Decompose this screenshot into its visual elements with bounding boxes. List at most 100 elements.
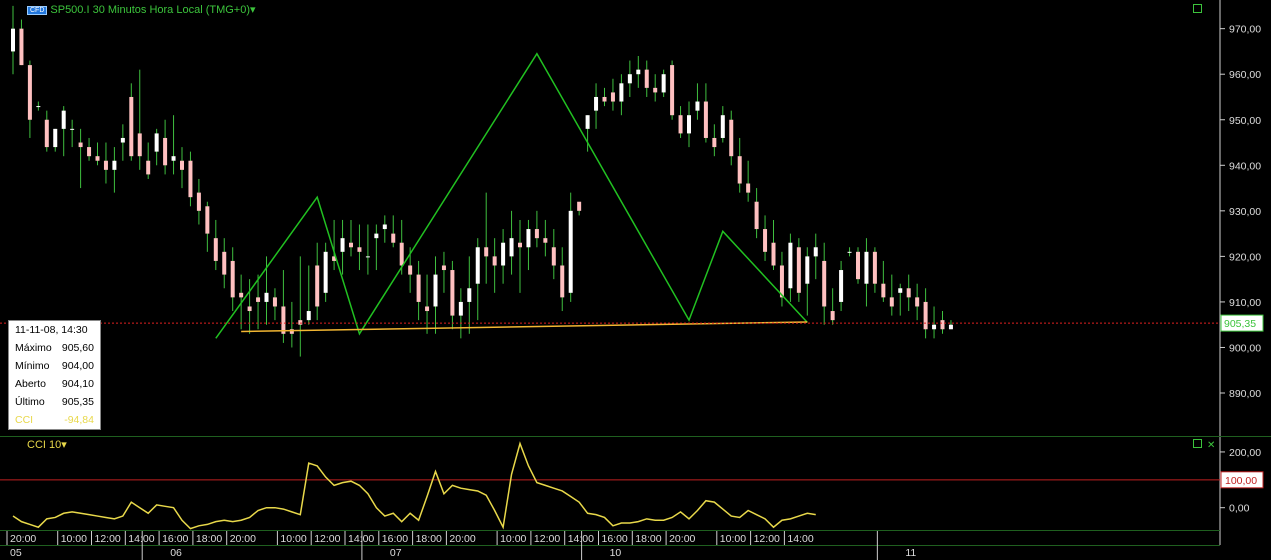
price-tick-label: 900,00 <box>1229 342 1261 354</box>
candle-body <box>306 311 311 321</box>
price-tick-label: 970,00 <box>1229 24 1261 36</box>
candle-body <box>729 119 734 157</box>
candle-body <box>687 115 691 134</box>
zigzag-line <box>215 52 808 339</box>
candle-body <box>915 297 920 307</box>
candle-body <box>864 251 869 284</box>
candle-body <box>154 133 159 152</box>
candle-body <box>475 247 480 284</box>
time-label: 14:00 <box>787 533 813 545</box>
candle-body <box>932 324 937 330</box>
candle-body <box>906 288 911 298</box>
candle-body <box>103 160 108 170</box>
chevron-down-icon[interactable]: ▾ <box>61 439 67 451</box>
maximize-icon <box>1193 439 1202 448</box>
candle-body <box>441 265 446 271</box>
candle-body <box>19 28 24 66</box>
candle-body <box>70 128 75 130</box>
chart-header[interactable]: CFD SP500.I 30 Minutos Hora Local (TMG+0)… <box>27 3 256 16</box>
candle-body <box>847 251 852 253</box>
cci-level-label: 100,00 <box>1225 475 1257 487</box>
time-label: 18:00 <box>635 533 661 545</box>
price-tick-label: 940,00 <box>1229 160 1261 172</box>
candle-body <box>399 242 404 266</box>
candle-body <box>44 119 49 148</box>
candle-body <box>340 238 345 252</box>
candle-body <box>703 101 708 138</box>
candle-body <box>501 242 506 266</box>
time-label: 16:00 <box>382 533 408 545</box>
candle-body <box>518 242 522 248</box>
candle-body <box>247 306 252 312</box>
price-tick-label: 910,00 <box>1229 297 1261 309</box>
time-label: 10:00 <box>61 533 87 545</box>
time-label: 20:00 <box>669 533 695 545</box>
candle-body <box>467 288 472 302</box>
candle-body <box>408 265 413 275</box>
candle-body <box>188 160 193 198</box>
candle-body <box>577 201 582 211</box>
candle-body <box>230 260 235 298</box>
candle-body <box>763 229 768 252</box>
candle-body <box>264 292 269 302</box>
info-row-max: Máximo 905,60 <box>15 342 94 354</box>
candle-body <box>425 306 430 312</box>
chart-canvas[interactable]: ✕ 890,00 900,00 910,00 920,00 930,00 940,00 950… <box>0 0 1271 560</box>
cci-indicator-label[interactable]: CCI 10▾ <box>27 438 67 451</box>
candle-body <box>610 92 615 102</box>
candle-body <box>830 311 835 321</box>
candle-body <box>670 65 675 116</box>
candle-body <box>391 233 396 243</box>
candle-body <box>365 256 370 258</box>
candle-body <box>484 247 489 257</box>
candle-body <box>771 242 776 266</box>
time-label: 14:00 <box>568 533 594 545</box>
candle-body <box>492 256 497 266</box>
candle-body <box>889 297 894 307</box>
price-tick-label: 950,00 <box>1229 115 1261 127</box>
price-tick-label: 920,00 <box>1229 251 1261 263</box>
candle-body <box>695 101 700 111</box>
time-label: 16:00 <box>602 533 628 545</box>
candle-body <box>754 201 759 230</box>
candle-body <box>205 206 210 234</box>
cci-line <box>12 441 816 530</box>
candle-body <box>323 251 328 293</box>
candle-body <box>458 301 463 316</box>
candle-body <box>433 274 438 307</box>
candle-body <box>357 247 362 252</box>
time-label: 12:00 <box>754 533 780 545</box>
candle-body <box>315 265 320 307</box>
candle-body <box>256 297 261 302</box>
time-label: 18:00 <box>416 533 442 545</box>
day-label: 06 <box>170 547 182 559</box>
candle-body <box>948 324 953 330</box>
cfd-badge: CFD <box>27 6 48 15</box>
last-price-label: 905,35 <box>1224 318 1256 330</box>
candle-body <box>27 65 32 120</box>
candle-body <box>923 301 928 330</box>
candle-body <box>526 229 531 248</box>
candle-body <box>560 265 565 298</box>
candle-body <box>137 133 142 157</box>
candle-body <box>534 229 539 239</box>
candle-body <box>509 238 514 257</box>
candle-body <box>163 137 168 166</box>
candle-body <box>281 306 286 334</box>
candle-body <box>585 115 590 129</box>
candle-body <box>661 74 666 93</box>
candle-body <box>788 242 793 289</box>
info-row-last: Último 905,35 <box>15 396 94 408</box>
candle-body <box>940 320 945 330</box>
candle-body <box>146 160 151 175</box>
info-date: 11-11-08, 14:30 <box>15 324 88 336</box>
candle-body <box>239 292 244 298</box>
candle-body <box>746 183 751 193</box>
candle-body <box>180 160 184 170</box>
candle-body <box>551 247 556 266</box>
candle-body <box>53 128 58 148</box>
info-row-min: Mínimo 904,00 <box>15 360 94 372</box>
candle-body <box>712 137 717 148</box>
chevron-down-icon[interactable]: ▾ <box>250 4 256 16</box>
candle-body <box>374 233 379 239</box>
